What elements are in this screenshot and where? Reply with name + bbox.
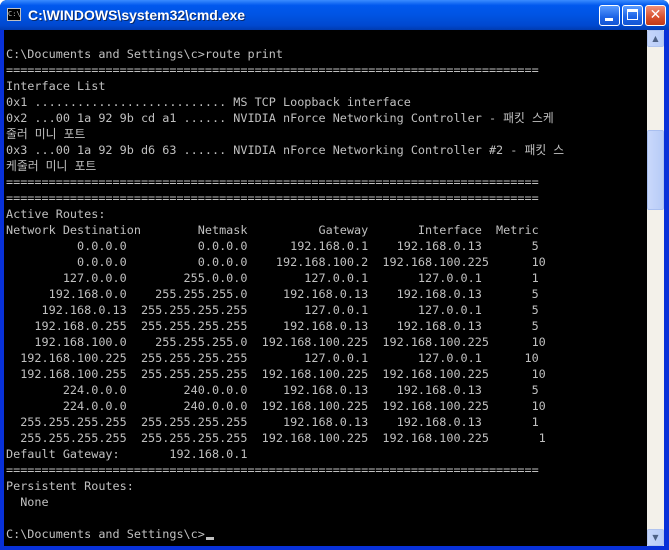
console-line: Interface List: [6, 79, 106, 93]
console-line: 127.0.0.0 255.0.0.0 127.0.0.1 127.0.0.1 …: [6, 271, 539, 285]
arrow-down-icon: ▼: [652, 533, 659, 542]
console-line: 192.168.100.255 255.255.255.255 192.168.…: [6, 367, 546, 381]
scroll-up-button[interactable]: ▲: [647, 30, 664, 47]
console-line: ========================================…: [6, 175, 539, 189]
console-output[interactable]: C:\Documents and Settings\c>route print =…: [4, 30, 647, 546]
cmd-window: C:\ C:\WINDOWS\system32\cmd.exe ✕ C:\Doc…: [0, 0, 669, 550]
console-line: Network Destination Netmask Gateway Inte…: [6, 223, 539, 237]
console-line: 192.168.0.255 255.255.255.255 192.168.0.…: [6, 319, 539, 333]
console-line: ========================================…: [6, 63, 539, 77]
console-line: 0x3 ...00 1a 92 9b d6 63 ...... NVIDIA n…: [6, 143, 565, 157]
console-line: 192.168.100.225 255.255.255.255 127.0.0.…: [6, 351, 539, 365]
console-line: 192.168.100.0 255.255.255.0 192.168.100.…: [6, 335, 546, 349]
console-line: ========================================…: [6, 191, 539, 205]
arrow-up-icon: ▲: [652, 34, 659, 43]
console-line: 0x2 ...00 1a 92 9b cd a1 ...... NVIDIA n…: [6, 111, 554, 125]
maximize-icon: [627, 9, 638, 20]
console-line: 255.255.255.255 255.255.255.255 192.168.…: [6, 431, 546, 445]
console-line: Active Routes:: [6, 207, 106, 221]
console-line: 224.0.0.0 240.0.0.0 192.168.0.13 192.168…: [6, 383, 539, 397]
text-cursor: [205, 537, 214, 540]
console-app-icon[interactable]: C:\: [7, 8, 21, 21]
minimize-icon: [605, 18, 613, 21]
minimize-button[interactable]: [599, 5, 620, 26]
close-button[interactable]: ✕: [645, 5, 666, 26]
console-line: 줄러 미니 포트: [6, 127, 86, 141]
vertical-scrollbar[interactable]: ▲ ▼: [647, 30, 664, 546]
console-line: Persistent Routes:: [6, 479, 134, 493]
window-title: C:\WINDOWS\system32\cmd.exe: [28, 7, 246, 23]
console-line: 224.0.0.0 240.0.0.0 192.168.100.225 192.…: [6, 399, 546, 413]
console-line: 0.0.0.0 0.0.0.0 192.168.0.1 192.168.0.13…: [6, 239, 539, 253]
window-frame-bottom: [0, 546, 669, 550]
title-bar[interactable]: C:\ C:\WINDOWS\system32\cmd.exe ✕: [0, 0, 669, 30]
console-line: 192.168.0.0 255.255.255.0 192.168.0.13 1…: [6, 287, 539, 301]
console-line: 0.0.0.0 0.0.0.0 192.168.100.2 192.168.10…: [6, 255, 546, 269]
console-line: C:\Documents and Settings\c>: [6, 526, 564, 542]
console-line: 255.255.255.255 255.255.255.255 192.168.…: [6, 415, 539, 429]
maximize-button[interactable]: [622, 5, 643, 26]
console-line: 케줄러 미니 포트: [6, 159, 97, 173]
console-line: 0x1 ........................... MS TCP L…: [6, 95, 411, 109]
close-icon: ✕: [649, 7, 662, 23]
scrollbar-thumb[interactable]: [647, 130, 664, 210]
window-frame-right: [664, 30, 669, 550]
scroll-down-button[interactable]: ▼: [647, 529, 664, 546]
console-text: C:\Documents and Settings\c>route print =…: [6, 46, 564, 542]
console-line: ========================================…: [6, 463, 539, 477]
console-line: None: [6, 495, 49, 509]
console-line: 192.168.0.13 255.255.255.255 127.0.0.1 1…: [6, 303, 539, 317]
console-line: C:\Documents and Settings\c>route print: [6, 47, 283, 61]
console-line: Default Gateway: 192.168.0.1: [6, 447, 248, 461]
